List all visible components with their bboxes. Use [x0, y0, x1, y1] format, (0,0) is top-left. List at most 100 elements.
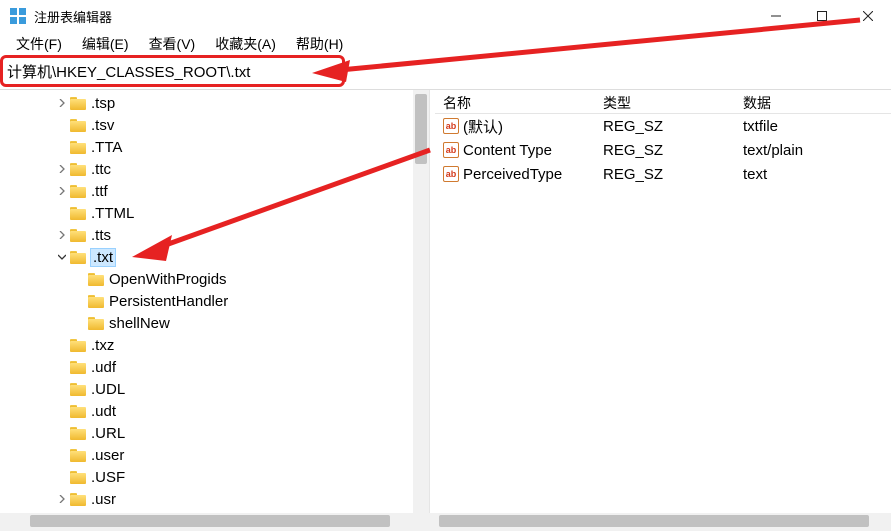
value-data: text/plain: [735, 141, 891, 160]
close-button[interactable]: [845, 0, 891, 32]
tree-item-label: .tsv: [91, 117, 114, 134]
folder-icon: [70, 427, 86, 440]
folder-icon: [70, 405, 86, 418]
tree-item[interactable]: .TTA: [0, 136, 429, 158]
tree-item-label: .udf: [91, 359, 116, 376]
tree-item[interactable]: .txt: [0, 246, 429, 268]
tree-item[interactable]: .TTML: [0, 202, 429, 224]
tree-item[interactable]: .ttc: [0, 158, 429, 180]
tree-item[interactable]: OpenWithProgids: [0, 268, 429, 290]
expander-placeholder: [54, 447, 70, 463]
folder-icon: [70, 339, 86, 352]
tree-item[interactable]: .URL: [0, 422, 429, 444]
values-scrollbar-horizontal[interactable]: [435, 513, 891, 531]
value-data: text: [735, 165, 891, 184]
expander-placeholder: [72, 293, 88, 309]
tree-item-label: .USF: [91, 469, 125, 486]
string-value-icon: ab: [443, 166, 459, 182]
tree-item[interactable]: .tsp: [0, 92, 429, 114]
value-name: Content Type: [463, 142, 552, 159]
tree-scrollbar-horizontal[interactable]: [0, 513, 430, 531]
tree-item-label: .udt: [91, 403, 116, 420]
tree-item[interactable]: .udt: [0, 400, 429, 422]
folder-icon: [88, 273, 104, 286]
column-data[interactable]: 数据: [735, 90, 891, 113]
bottom-scroll-area: [0, 513, 891, 531]
chevron-right-icon[interactable]: [54, 491, 70, 507]
chevron-right-icon[interactable]: [54, 161, 70, 177]
folder-icon: [70, 251, 86, 264]
value-row[interactable]: abContent Type REG_SZtext/plain: [435, 138, 891, 162]
minimize-button[interactable]: [753, 0, 799, 32]
values-list[interactable]: ab(默认)REG_SZtxtfileabContent TypeREG_SZt…: [435, 114, 891, 186]
tree-item-label: .tsp: [91, 95, 115, 112]
expander-placeholder: [72, 271, 88, 287]
tree-item-label: .txz: [91, 337, 114, 354]
tree-item-label: PersistentHandler: [109, 293, 228, 310]
tree-item-label: .TTA: [91, 139, 122, 156]
chevron-right-icon[interactable]: [54, 95, 70, 111]
chevron-right-icon[interactable]: [54, 183, 70, 199]
tree-item[interactable]: PersistentHandler: [0, 290, 429, 312]
column-type[interactable]: 类型: [595, 90, 735, 113]
window-controls: [753, 0, 891, 32]
expander-placeholder: [72, 315, 88, 331]
menu-view[interactable]: 查看(V): [139, 32, 206, 56]
folder-icon: [70, 185, 86, 198]
tree-item[interactable]: .tsv: [0, 114, 429, 136]
expander-placeholder: [54, 403, 70, 419]
expander-placeholder: [54, 359, 70, 375]
tree-item[interactable]: .udf: [0, 356, 429, 378]
folder-icon: [88, 295, 104, 308]
maximize-button[interactable]: [799, 0, 845, 32]
value-type: REG_SZ: [595, 117, 735, 136]
value-row[interactable]: ab(默认)REG_SZtxtfile: [435, 114, 891, 138]
folder-icon: [70, 361, 86, 374]
tree-item-label: shellNew: [109, 315, 170, 332]
tree-item-label: .user: [91, 447, 124, 464]
content-area: .tsp .tsv .TTA .ttc .ttf.TTML.tts.txt OpenWit…: [0, 89, 891, 513]
folder-icon: [70, 229, 86, 242]
folder-icon: [70, 163, 86, 176]
values-pane[interactable]: 名称 类型 数据 ab(默认)REG_SZtxtfileabContent Ty…: [435, 90, 891, 513]
menu-help[interactable]: 帮助(H): [286, 32, 353, 56]
chevron-right-icon[interactable]: [54, 227, 70, 243]
tree-item[interactable]: .USF: [0, 466, 429, 488]
expander-placeholder: [54, 425, 70, 441]
folder-icon: [70, 449, 86, 462]
value-name: PerceivedType: [463, 166, 562, 183]
tree-item-label: OpenWithProgids: [109, 271, 227, 288]
expander-placeholder: [54, 337, 70, 353]
menu-edit[interactable]: 编辑(E): [72, 32, 139, 56]
tree-item-label: .ttc: [91, 161, 111, 178]
tree-item[interactable]: .txz: [0, 334, 429, 356]
value-row[interactable]: abPerceivedTypeREG_SZtext: [435, 162, 891, 186]
app-icon: [10, 8, 26, 24]
expander-placeholder: [54, 381, 70, 397]
registry-tree[interactable]: .tsp .tsv .TTA .ttc .ttf.TTML.tts.txt OpenWit…: [0, 90, 429, 510]
menu-favorites[interactable]: 收藏夹(A): [205, 32, 286, 56]
tree-item[interactable]: .UDL: [0, 378, 429, 400]
column-name[interactable]: 名称: [435, 90, 595, 113]
menu-bar: 文件(F) 编辑(E) 查看(V) 收藏夹(A) 帮助(H): [0, 32, 891, 55]
folder-icon: [70, 119, 86, 132]
expander-placeholder: [54, 205, 70, 221]
tree-scrollbar-vertical[interactable]: [413, 90, 429, 513]
string-value-icon: ab: [443, 142, 459, 158]
tree-item[interactable]: .ttf: [0, 180, 429, 202]
tree-item[interactable]: .user: [0, 444, 429, 466]
tree-item[interactable]: .tts: [0, 224, 429, 246]
tree-item-label: .URL: [91, 425, 125, 442]
value-type: REG_SZ: [595, 141, 735, 160]
tree-pane[interactable]: .tsp .tsv .TTA .ttc .ttf.TTML.tts.txt OpenWit…: [0, 90, 430, 513]
folder-icon: [70, 383, 86, 396]
tree-item[interactable]: .usr: [0, 488, 429, 510]
tree-item[interactable]: shellNew: [0, 312, 429, 334]
chevron-down-icon[interactable]: [54, 249, 70, 265]
menu-file[interactable]: 文件(F): [6, 32, 72, 56]
folder-icon: [70, 207, 86, 220]
address-bar[interactable]: 计算机\HKEY_CLASSES_ROOT\.txt: [7, 61, 342, 82]
expander-placeholder: [54, 139, 70, 155]
string-value-icon: ab: [443, 118, 459, 134]
folder-icon: [70, 97, 86, 110]
